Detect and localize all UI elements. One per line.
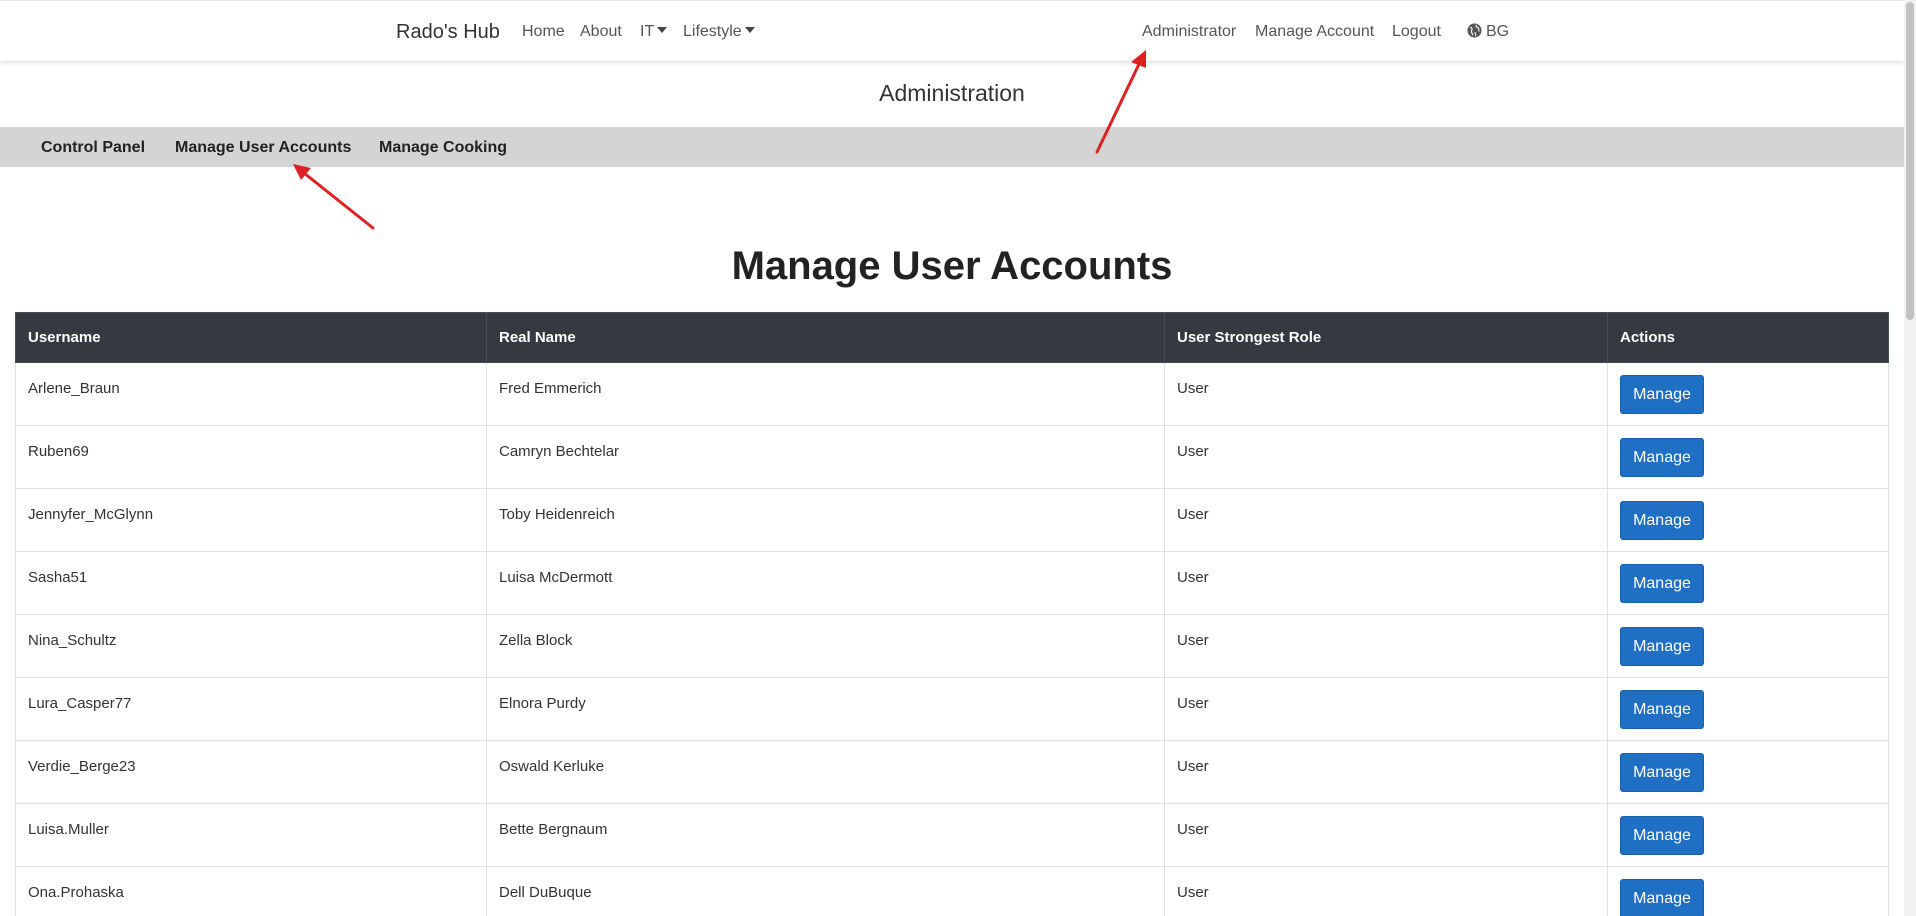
cell-username: Ruben69: [15, 425, 487, 489]
cell-actions: Manage: [1607, 803, 1889, 867]
table-row: Ona.Prohaska Dell DuBuque User Manage: [15, 866, 1889, 916]
cell-username: Verdie_Berge23: [15, 740, 487, 804]
cell-actions: Manage: [1607, 866, 1889, 916]
cell-role: User: [1164, 803, 1608, 867]
cell-actions: Manage: [1607, 740, 1889, 804]
cell-real-name: Dell DuBuque: [486, 866, 1165, 916]
column-header-real-name: Real Name: [486, 312, 1165, 363]
table-row: Arlene_Braun Fred Emmerich User Manage: [15, 362, 1889, 426]
cell-role: User: [1164, 866, 1608, 916]
cell-actions: Manage: [1607, 425, 1889, 489]
manage-button[interactable]: Manage: [1620, 816, 1704, 855]
cell-role: User: [1164, 614, 1608, 678]
cell-real-name: Camryn Bechtelar: [486, 425, 1165, 489]
nav-administrator[interactable]: Administrator: [1142, 23, 1236, 41]
cell-actions: Manage: [1607, 551, 1889, 615]
subnav-manage-user-accounts[interactable]: Manage User Accounts: [175, 139, 351, 157]
cell-role: User: [1164, 425, 1608, 489]
manage-button[interactable]: Manage: [1620, 753, 1704, 792]
cell-username: Jennyfer_McGlynn: [15, 488, 487, 552]
cell-actions: Manage: [1607, 677, 1889, 741]
cell-username: Sasha51: [15, 551, 487, 615]
nav-home[interactable]: Home: [522, 23, 565, 41]
cell-real-name: Toby Heidenreich: [486, 488, 1165, 552]
table-row: Jennyfer_McGlynn Toby Heidenreich User M…: [15, 488, 1889, 552]
table-row: Luisa.Muller Bette Bergnaum User Manage: [15, 803, 1889, 867]
table-row: Lura_Casper77 Elnora Purdy User Manage: [15, 677, 1889, 741]
subnav-manage-cooking[interactable]: Manage Cooking: [379, 139, 507, 157]
manage-button[interactable]: Manage: [1620, 879, 1704, 916]
page-title: Manage User Accounts: [731, 244, 1173, 288]
cell-role: User: [1164, 362, 1608, 426]
table-header-row: Username Real Name User Strongest Role A…: [15, 312, 1889, 363]
admin-subnav: Control Panel Manage User Accounts Manag…: [0, 127, 1904, 167]
caret-down-icon: [657, 27, 668, 33]
cell-username: Arlene_Braun: [15, 362, 487, 426]
table-row: Sasha51 Luisa McDermott User Manage: [15, 551, 1889, 615]
cell-username: Luisa.Muller: [15, 803, 487, 867]
scrollbar-thumb[interactable]: [1906, 2, 1914, 320]
column-header-actions: Actions: [1607, 312, 1889, 363]
cell-real-name: Elnora Purdy: [486, 677, 1165, 741]
nav-logout[interactable]: Logout: [1392, 23, 1441, 41]
table-row: Ruben69 Camryn Bechtelar User Manage: [15, 425, 1889, 489]
cell-username: Ona.Prohaska: [15, 866, 487, 916]
cell-real-name: Bette Bergnaum: [486, 803, 1165, 867]
manage-button[interactable]: Manage: [1620, 438, 1704, 477]
nav-it-label: IT: [640, 23, 655, 40]
language-switch[interactable]: BG: [1467, 23, 1509, 41]
nav-it-dropdown[interactable]: IT: [640, 23, 668, 41]
cell-actions: Manage: [1607, 488, 1889, 552]
cell-actions: Manage: [1607, 614, 1889, 678]
cell-role: User: [1164, 551, 1608, 615]
user-accounts-table: Username Real Name User Strongest Role A…: [15, 312, 1889, 916]
subnav-control-panel[interactable]: Control Panel: [41, 139, 145, 157]
cell-real-name: Fred Emmerich: [486, 362, 1165, 426]
nav-manage-account[interactable]: Manage Account: [1255, 23, 1374, 41]
cell-real-name: Luisa McDermott: [486, 551, 1165, 615]
manage-button[interactable]: Manage: [1620, 690, 1704, 729]
manage-button[interactable]: Manage: [1620, 501, 1704, 540]
cell-username: Lura_Casper77: [15, 677, 487, 741]
cell-username: Nina_Schultz: [15, 614, 487, 678]
manage-button[interactable]: Manage: [1620, 627, 1704, 666]
language-label: BG: [1486, 23, 1510, 40]
manage-button[interactable]: Manage: [1620, 564, 1704, 603]
page: Rado's Hub Home About IT Lifestyle Admin…: [0, 0, 1904, 916]
table-row: Nina_Schultz Zella Block User Manage: [15, 614, 1889, 678]
cell-real-name: Oswald Kerluke: [486, 740, 1165, 804]
admin-title: Administration: [879, 80, 1025, 106]
nav-about[interactable]: About: [580, 23, 622, 41]
caret-down-icon: [744, 27, 755, 33]
vertical-scrollbar[interactable]: [1904, 0, 1916, 916]
cell-actions: Manage: [1607, 362, 1889, 426]
column-header-role: User Strongest Role: [1164, 312, 1608, 363]
brand-link[interactable]: Rado's Hub: [396, 21, 500, 44]
manage-button[interactable]: Manage: [1620, 375, 1704, 414]
table-row: Verdie_Berge23 Oswald Kerluke User Manag…: [15, 740, 1889, 804]
cell-real-name: Zella Block: [486, 614, 1165, 678]
nav-lifestyle-dropdown[interactable]: Lifestyle: [683, 23, 755, 41]
cell-role: User: [1164, 740, 1608, 804]
column-header-username: Username: [15, 312, 487, 363]
top-navbar: Rado's Hub Home About IT Lifestyle Admin…: [0, 0, 1904, 61]
nav-lifestyle-label: Lifestyle: [683, 23, 742, 40]
cell-role: User: [1164, 488, 1608, 552]
arrow-to-manage-user-accounts: [293, 164, 375, 230]
cell-role: User: [1164, 677, 1608, 741]
globe-icon: [1467, 23, 1482, 38]
